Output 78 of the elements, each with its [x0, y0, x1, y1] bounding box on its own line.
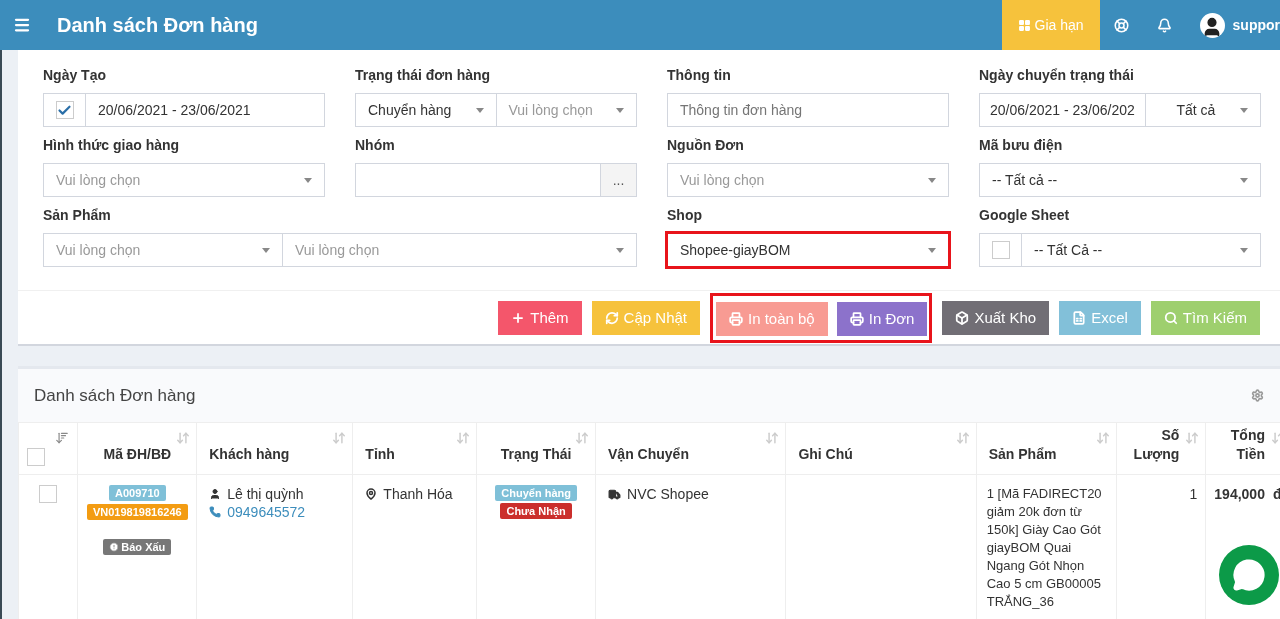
export-button[interactable]: Xuất Kho — [942, 300, 1050, 335]
page-title: Danh sách Đơn hàng — [57, 13, 259, 37]
product-text: 1 [Mã FADIRECT20 giảm 20k đơn từ 150k] Giày Cao Gót giayBOM Quai Ngang Gót Nhọn Cao 5 cm GB00005 TRẮNG_36 — [986, 486, 1102, 609]
column-header[interactable]: Sản Phẩm — [976, 422, 1117, 475]
cube-icon — [955, 310, 970, 325]
field-label: Thông tin — [667, 67, 732, 85]
phone-icon — [209, 506, 222, 518]
grid-icon — [1017, 18, 1031, 32]
map-pin-icon — [365, 488, 378, 500]
field-label: Nhóm — [355, 137, 396, 155]
checkbox[interactable] — [991, 241, 1010, 259]
date-range-field[interactable]: 20/06/2021 - 23/06/202 — [979, 93, 1146, 127]
sort-icon[interactable] — [765, 431, 780, 445]
field-label: Ngày chuyển trạng thái — [979, 67, 1135, 85]
column-header[interactable]: Trạng Thái — [476, 422, 596, 475]
select-field[interactable]: -- Tất cả -- — [979, 163, 1261, 197]
field-label: Trạng thái đơn hàng — [355, 67, 492, 85]
column-header[interactable]: Ghi Chú — [785, 422, 977, 475]
field-label: Google Sheet — [979, 207, 1071, 225]
sort-icon[interactable] — [575, 431, 590, 445]
printer-icon — [729, 311, 743, 326]
column-header[interactable]: Mã ĐH/BĐ — [77, 422, 197, 475]
lifebuoy-icon — [1113, 17, 1129, 33]
sort-icon[interactable] — [955, 431, 970, 445]
sort-icon[interactable] — [176, 431, 191, 445]
sort-icon[interactable] — [332, 431, 347, 445]
sort-icon[interactable] — [456, 431, 471, 445]
column-header[interactable]: Số Lượng — [1116, 422, 1206, 475]
field-label: Shop — [667, 207, 703, 225]
sort-icon[interactable] — [1095, 431, 1110, 445]
row-checkbox[interactable] — [39, 485, 58, 503]
browse-button[interactable]: ... — [600, 163, 637, 197]
phone-link[interactable]: 0949645572 — [227, 503, 306, 521]
print-button[interactable]: In Đơn — [836, 301, 928, 336]
select-field[interactable]: Tất cả — [1144, 93, 1261, 127]
customer-name: Lê thị quỳnh — [227, 485, 304, 503]
status-badge: Chưa Nhận — [500, 503, 572, 519]
panel-title: Danh sách Đơn hàng — [34, 385, 196, 406]
province-text: Thanh Hóa — [383, 485, 453, 503]
field-label: Ngày Tạo — [43, 67, 107, 85]
avatar-icon — [1199, 12, 1225, 38]
user-menu[interactable]: suppor — [1185, 0, 1280, 50]
date-range-field[interactable]: 20/06/2021 - 23/06/2021 — [85, 93, 325, 127]
select-field[interactable]: Chuyển hàng — [355, 93, 497, 127]
column-header[interactable]: Tỉnh — [352, 422, 477, 475]
tracking-code-badge: VN019819816246 — [86, 504, 188, 520]
plus-icon — [511, 310, 526, 325]
settings-icon[interactable] — [1251, 389, 1264, 402]
quantity-text: 1 — [1189, 486, 1198, 502]
field-label: Mã bưu điện — [979, 137, 1064, 155]
column-header[interactable]: Tổng Tiền — [1205, 422, 1280, 475]
search-icon — [1163, 310, 1178, 325]
report-badge[interactable]: Báo Xấu — [103, 539, 172, 555]
order-code-badge: A009710 — [109, 485, 166, 501]
menu-icon — [13, 16, 31, 34]
field-label: Nguồn Đơn — [667, 137, 745, 155]
column-header[interactable]: Khách hàng — [196, 422, 353, 475]
column-header[interactable]: Vận Chuyển — [595, 422, 786, 475]
select-all-checkbox[interactable] — [27, 448, 45, 466]
text-input[interactable]: Thông tin đơn hàng — [667, 93, 949, 127]
chat-icon — [1232, 558, 1266, 592]
field-label: Hình thức giao hàng — [43, 137, 181, 155]
truck-icon — [608, 487, 622, 501]
sort-icon[interactable] — [55, 431, 70, 445]
status-badge: Chuyển hàng — [495, 485, 577, 501]
total-amount: 194,000 — [1214, 486, 1265, 502]
alert-icon — [109, 542, 120, 552]
person-icon — [209, 488, 222, 500]
checkbox[interactable] — [55, 101, 74, 119]
bell-icon — [1156, 17, 1172, 33]
spreadsheet-icon — [1072, 310, 1087, 325]
select-field[interactable]: -- Tất Cả -- — [1021, 233, 1261, 267]
carrier-text: NVC Shopee — [627, 485, 709, 503]
text-input[interactable] — [355, 163, 601, 197]
printer-icon — [849, 311, 864, 326]
refresh-icon — [604, 310, 619, 325]
sort-icon[interactable] — [1185, 431, 1200, 445]
field-label: Sản Phẩm — [43, 207, 112, 225]
